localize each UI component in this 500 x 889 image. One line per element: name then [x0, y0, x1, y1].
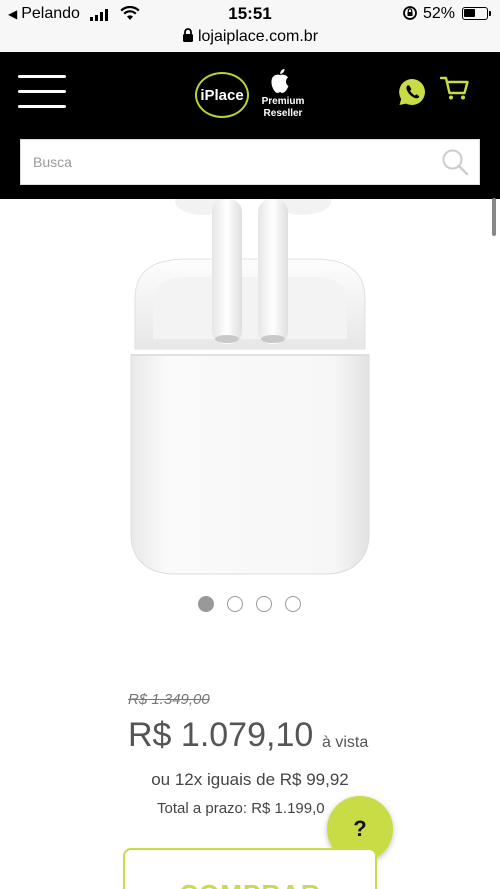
carousel-dot[interactable]: [198, 596, 214, 612]
url-text: lojaiplace.com.br: [197, 28, 319, 45]
product-image[interactable]: [125, 199, 375, 579]
search-icon[interactable]: [441, 148, 469, 176]
reseller-text: Reseller: [263, 108, 303, 119]
carousel-dots: [198, 596, 301, 612]
search-bar: [20, 139, 480, 185]
price-payment-note: à vista: [322, 734, 369, 751]
menu-button[interactable]: [18, 75, 66, 109]
rotation-lock-icon: [403, 6, 417, 20]
logo-text: iPlace: [200, 87, 244, 104]
address-bar[interactable]: lojaiplace.com.br: [0, 28, 500, 52]
battery-icon: [462, 7, 491, 20]
status-bar: ◀ Pelando 15:51 52%: [0, 0, 500, 28]
page-scrollbar[interactable]: [492, 198, 496, 236]
carousel-dot[interactable]: [227, 596, 243, 612]
battery-level: [464, 9, 475, 17]
search-input[interactable]: [21, 140, 421, 184]
current-price: R$ 1.079,10: [128, 716, 314, 754]
lock-icon: [182, 28, 193, 42]
buy-button-label: COMPRAR: [179, 879, 320, 889]
whatsapp-icon[interactable]: [397, 77, 427, 107]
installments-text: ou 12x iguais de R$ 99,92: [151, 770, 349, 789]
carousel-dot[interactable]: [256, 596, 272, 612]
carousel-dot[interactable]: [285, 596, 301, 612]
buy-button[interactable]: COMPRAR: [123, 848, 377, 889]
total-installment-price: Total a prazo: R$ 1.199,0: [157, 800, 325, 817]
iplace-logo[interactable]: iPlace Premium Reseller: [195, 66, 311, 122]
old-price: R$ 1.349,00: [128, 691, 210, 708]
battery-percent: 52%: [423, 5, 456, 22]
apple-logo-icon: [271, 69, 289, 93]
cart-icon[interactable]: [440, 75, 470, 101]
premium-text: Premium: [261, 96, 305, 107]
premium-reseller-label: Premium Reseller: [253, 96, 313, 120]
